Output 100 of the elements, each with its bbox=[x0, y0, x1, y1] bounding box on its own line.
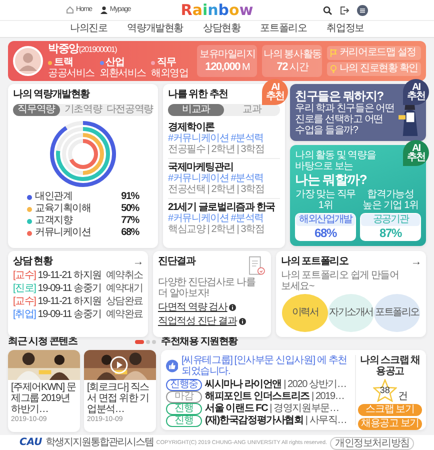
course-meta: 핵심교양 | 2학년 | 3학점 bbox=[168, 224, 266, 235]
counsel-entry[interactable]: 19-11-21 하지원 bbox=[38, 270, 102, 282]
privacy-link[interactable]: 개인정보처리방침 bbox=[330, 436, 414, 450]
counsel-type: [취업] bbox=[13, 308, 36, 321]
scrap-count: 38 bbox=[378, 385, 391, 396]
student-name: 박중앙(201900001) bbox=[48, 43, 118, 56]
job-entry[interactable]: 씨시마나 라이언앤 | 2020 상반기… bbox=[205, 379, 346, 391]
legend-value: 77% bbox=[121, 215, 139, 227]
result-link[interactable]: 다면적 역량 검사 bbox=[158, 302, 246, 313]
stat-label: 보유마일리지 bbox=[198, 48, 256, 60]
pager-dot[interactable] bbox=[152, 340, 156, 344]
avatar bbox=[13, 46, 43, 76]
card-title: 나를 위한 추천 bbox=[168, 89, 228, 101]
result-panel[interactable]: 해외산업개발 68% bbox=[295, 213, 356, 241]
course-title[interactable]: 국제마케팅관리 bbox=[168, 162, 280, 173]
counsel-status: 예약대기 bbox=[106, 282, 143, 295]
counsel-entry[interactable]: 19-09-11 송중기 bbox=[38, 308, 102, 321]
lightbulb-icon bbox=[330, 65, 338, 73]
legend-value: 50% bbox=[121, 203, 139, 215]
course-meta: 전공필수 | 2학년 | 3학점 bbox=[168, 144, 266, 155]
nav-item[interactable]: 역량개발현황 bbox=[127, 23, 184, 35]
user-icon bbox=[100, 6, 108, 14]
nav-item[interactable]: 포트폴리오 bbox=[260, 23, 307, 35]
counsel-status: 예약완료 bbox=[106, 308, 143, 321]
arrow-link[interactable]: → bbox=[410, 256, 421, 269]
recommend-notice[interactable]: [씨유테그룹] [인사부문 신입사원] 에 추천 되었습니다. bbox=[181, 355, 350, 377]
counsel-status: 예약취소 bbox=[106, 270, 143, 282]
arrow-link[interactable]: → bbox=[132, 256, 143, 269]
portfolio-button[interactable]: 포트폴리오 bbox=[374, 294, 420, 332]
course-tags: #커뮤니케이션 #분석력 bbox=[168, 173, 280, 184]
tag-value: 외환서비스 bbox=[100, 68, 146, 79]
home-icon bbox=[66, 6, 74, 14]
course-title[interactable]: 경제학이론 bbox=[168, 122, 280, 133]
logout-icon[interactable] bbox=[340, 6, 349, 14]
card-title: 진단결과 bbox=[158, 256, 196, 268]
status-badge: 마감 bbox=[166, 391, 202, 403]
section-title: 최근 시청 콘텐츠 bbox=[8, 336, 78, 348]
content-title[interactable]: [회로크다] 직스서 면접 위한 기업분석… bbox=[87, 382, 153, 415]
course-meta: 전공선택 | 2학년 | 3학점 bbox=[168, 184, 266, 195]
info-icon bbox=[229, 304, 236, 311]
tab[interactable]: 직무역량 bbox=[13, 104, 60, 116]
stat-value: 120,000 M bbox=[204, 60, 251, 74]
counsel-entry[interactable]: 19-11-21 하지원 bbox=[38, 296, 102, 308]
legend-label: 교육기획이해 bbox=[35, 203, 91, 215]
course-tags: #커뮤니케이션 #분석력 bbox=[168, 213, 280, 224]
scrap-unit: 건 bbox=[398, 390, 408, 402]
ai-badge: AI 추천 bbox=[262, 79, 288, 105]
legend-label: 대인관계 bbox=[35, 191, 72, 203]
system-name: 학생지지원통합관리시스템 bbox=[45, 437, 154, 449]
star-icon bbox=[372, 379, 397, 402]
document-drawing bbox=[248, 256, 266, 276]
card-subtitle: 나의 활동 및 역량을 바탕으로 보는 bbox=[295, 150, 377, 172]
card-title: 나의 역량개발현황 bbox=[13, 89, 90, 101]
legend-label: 고객지향 bbox=[35, 215, 72, 227]
nav-item[interactable]: 상담현황 bbox=[203, 23, 240, 35]
play-icon[interactable] bbox=[110, 356, 128, 374]
card-subtitle: 다양한 진단검사로 나를 더 알아보자! bbox=[158, 277, 256, 299]
ai-badge: AI 추천 bbox=[403, 140, 429, 166]
portfolio-button[interactable]: 이력서 bbox=[282, 294, 328, 332]
job-entry[interactable]: (재)한국감정평가사협회 | 사무직… bbox=[205, 415, 347, 427]
result-link[interactable]: 직업적성 진단 결과 bbox=[158, 316, 246, 327]
course-title[interactable]: 21세기 글로벌리즘과 한국 bbox=[168, 202, 280, 213]
result-caption: 가장 맞는 직무 1위 bbox=[295, 189, 356, 211]
portfolio-button[interactable]: 자기소개서 bbox=[328, 294, 374, 332]
content-title[interactable]: [주제어KWN] 문제그룹 2019년 하반기… bbox=[11, 382, 77, 415]
counsel-type: [교수] bbox=[13, 296, 36, 308]
result-name: 공공기관 bbox=[361, 214, 420, 226]
status-badge: 진행 bbox=[166, 415, 202, 427]
tag-value: 해외영업 bbox=[151, 68, 188, 79]
counsel-type: [진로] bbox=[13, 282, 36, 295]
legend-value: 68% bbox=[121, 227, 139, 239]
card-title: 상담 현황 bbox=[13, 256, 52, 268]
stat-value: 72 시간 bbox=[276, 60, 310, 74]
pager-dot[interactable] bbox=[146, 340, 150, 344]
legend-label: 커뮤니케이션 bbox=[35, 227, 91, 239]
tag-label: 산업 bbox=[106, 57, 124, 68]
flag-icon bbox=[330, 49, 338, 57]
nav-item[interactable]: 나의진로 bbox=[70, 23, 108, 35]
counsel-entry[interactable]: 19-09-11 송중기 bbox=[38, 282, 102, 295]
nav-item[interactable]: 취업정보 bbox=[326, 23, 364, 35]
thumbs-up-icon bbox=[166, 358, 178, 374]
menu-icon[interactable] bbox=[356, 4, 368, 16]
search-icon[interactable] bbox=[322, 6, 332, 14]
card-title: 친구들은 뭐하지? bbox=[295, 89, 384, 103]
ai-badge: AI 추천 bbox=[403, 79, 429, 105]
status-badge: 진행중 bbox=[166, 379, 202, 391]
tag-label: 트랙 bbox=[54, 57, 73, 68]
job-entry[interactable]: 서울 이랜드 FC | 경영지원부문… bbox=[205, 403, 339, 415]
card-title: 나의 포트폴리오 bbox=[281, 256, 348, 268]
tab[interactable]: 비교과 bbox=[168, 104, 224, 116]
stat-label: 나의 봉사활동 bbox=[262, 48, 322, 60]
job-entry[interactable]: 해피포인트 인더스트리즈 | 2019… bbox=[205, 391, 344, 403]
status-badge: 진행 bbox=[166, 403, 202, 415]
info-icon bbox=[238, 318, 246, 325]
counsel-type: [교수] bbox=[13, 270, 36, 282]
app-logo[interactable]: Rainbow bbox=[180, 1, 254, 19]
result-name: 해외산업개발 bbox=[296, 214, 355, 226]
result-value: 68% bbox=[314, 226, 338, 240]
course-tags: #커뮤니케이션 #분석력 bbox=[168, 133, 280, 144]
card-text: 우리 학과 친구들은 어떤 진로를 선택하고 어떤 수업을 들을까? bbox=[295, 103, 396, 136]
